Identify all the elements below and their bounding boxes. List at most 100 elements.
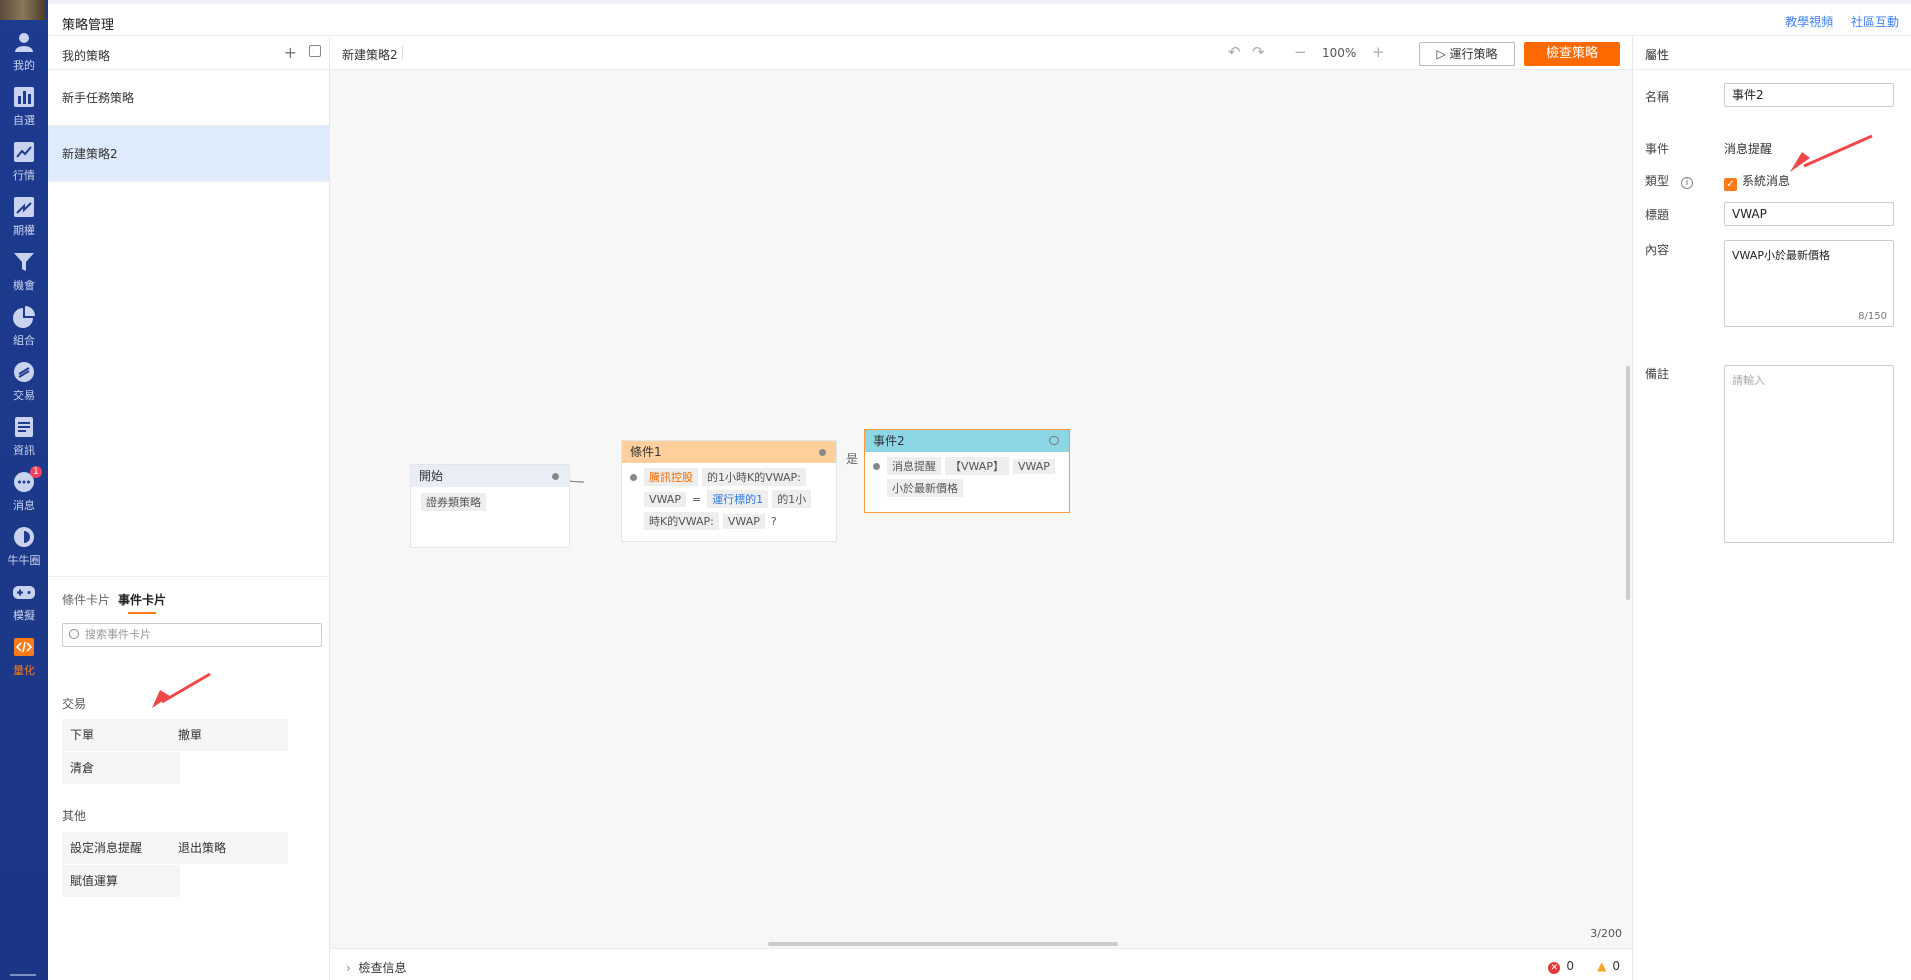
card-exit-strategy[interactable]: 退出策略 [170, 832, 288, 864]
title-label: 標題 [1645, 208, 1670, 222]
cond-indicator-tag[interactable]: 的1小 [772, 490, 812, 508]
output-port[interactable] [552, 473, 559, 480]
event-content-tag[interactable]: VWAP [1012, 459, 1055, 474]
trend-icon [14, 142, 34, 162]
event-content-tag[interactable]: 小於最新價格 [887, 479, 963, 497]
play-icon: ▷ [1436, 47, 1450, 61]
name-label: 名稱 [1645, 90, 1670, 104]
cond-operator[interactable]: = [688, 492, 705, 507]
search-input[interactable]: 搜索事件卡片 [62, 623, 322, 647]
nav-label: 組合 [13, 334, 35, 347]
cond-target-tag[interactable]: 運行標的1 [707, 490, 769, 508]
check-info-toggle[interactable]: › 檢查信息 [346, 959, 406, 976]
copy-strategy-icon[interactable] [309, 45, 321, 57]
cond-stock-tag[interactable]: 騰訊控股 [644, 468, 698, 486]
note-placeholder: 請輸入 [1732, 374, 1765, 387]
type-label: 類型 i [1645, 172, 1694, 189]
event-type-tag[interactable]: 消息提醒 [887, 457, 941, 475]
vertical-scrollbar[interactable] [1626, 366, 1630, 600]
warning-count-value: 0 [1612, 959, 1620, 973]
cond-field-tag[interactable]: VWAP [644, 492, 686, 507]
event-title-text: 事件2 [873, 434, 905, 448]
nav-item-community[interactable]: 牛牛圈 [0, 519, 48, 575]
run-strategy-button[interactable]: ▷ 運行策略 [1419, 42, 1515, 66]
nav-item-simulation[interactable]: 模擬 [0, 574, 48, 630]
cond-indicator-tag[interactable]: 的1小時K的VWAP: [702, 468, 806, 486]
app-thumbnail[interactable] [0, 0, 46, 20]
community-link[interactable]: 社區互動 [1851, 15, 1899, 29]
char-count: 8/150 [1858, 311, 1887, 322]
name-field[interactable]: 事件2 [1724, 83, 1894, 107]
event-node-title: 事件2 [865, 430, 1069, 452]
system-message-checkbox[interactable]: ✓ 系統消息 [1724, 172, 1790, 191]
nav-item-trade[interactable]: 交易 [0, 354, 48, 410]
node-count: 3/200 [1590, 927, 1622, 940]
card-cancel-order[interactable]: 撤單 [170, 719, 288, 751]
cond-field-tag[interactable]: VWAP [722, 514, 765, 529]
strategy-item-selected[interactable]: 新建策略2 [48, 126, 329, 182]
unread-badge: 1 [30, 466, 42, 478]
yes-branch-label: 是 [846, 452, 859, 466]
redo-icon[interactable]: ↷ [1252, 43, 1265, 61]
search-placeholder: 搜索事件卡片 [85, 628, 151, 641]
type-label-text: 類型 [1645, 174, 1670, 188]
content-textarea[interactable]: VWAP小於最新價格 8/150 [1724, 240, 1894, 327]
event-node[interactable]: 事件2 消息提醒 【VWAP】 VWAP 小於最新價格 [864, 429, 1070, 513]
strategy-item[interactable]: 新手任務策略 [48, 70, 329, 126]
condition-title-text: 條件1 [630, 445, 662, 459]
nav-divider [10, 974, 36, 976]
strategy-canvas[interactable]: 開始 證券類策略 條件1 騰訊控股 的1小時K的VWAP: VWAP = 運行標的1 的… [330, 70, 1632, 948]
zoom-level: 100% [1322, 46, 1357, 60]
cond-indicator-tag[interactable]: 時K的VWAP: [644, 512, 719, 530]
output-port[interactable] [819, 449, 826, 456]
output-port[interactable] [1049, 436, 1059, 445]
nav-item-opportunity[interactable]: 機會 [0, 244, 48, 300]
code-icon [14, 638, 34, 656]
nav-label: 機會 [13, 279, 35, 292]
nav-item-news[interactable]: 資訊 [0, 409, 48, 465]
strategy-panel: 我的策略 + 新手任務策略 新建策略2 條件卡片 事件卡片 搜索事件卡片 交易 … [48, 36, 330, 980]
nav-item-market[interactable]: 行情 [0, 134, 48, 190]
card-assignment[interactable]: 賦值運算 [62, 865, 180, 897]
event-title-tag[interactable]: 【VWAP】 [945, 457, 1009, 475]
nav-item-watchlist[interactable]: 自選 [0, 79, 48, 135]
card-close-position[interactable]: 清倉 [62, 752, 180, 784]
nav-item-me[interactable]: 我的 [0, 24, 48, 80]
input-port[interactable] [873, 463, 880, 470]
nav-label: 自選 [13, 114, 35, 127]
pie-icon [13, 306, 35, 328]
condition-node[interactable]: 條件1 騰訊控股 的1小時K的VWAP: VWAP = 運行標的1 的1小 時K的VWA… [621, 440, 837, 542]
strategy-name-tab[interactable]: 新建策略2 [342, 46, 398, 63]
card-set-message-alert[interactable]: 設定消息提醒 [62, 832, 180, 864]
tutorial-video-link[interactable]: 教學視頻 [1785, 15, 1833, 29]
nav-item-portfolio[interactable]: 組合 [0, 299, 48, 355]
undo-icon[interactable]: ↶ [1228, 43, 1241, 61]
main-nav: 我的 自選 行情 期權 機會 組合 交易 資訊 1 消息 牛牛圈 模擬 量化 [0, 0, 48, 980]
warning-count[interactable]: ▲ 0 [1597, 959, 1620, 973]
checkmark-icon: ✓ [1724, 178, 1737, 191]
zoom-in-icon[interactable]: + [1372, 43, 1385, 61]
add-strategy-icon[interactable]: + [284, 43, 297, 62]
check-strategy-button[interactable]: 檢查策略 [1524, 42, 1620, 66]
divider [402, 46, 403, 60]
note-textarea[interactable]: 請輸入 [1724, 365, 1894, 543]
input-port[interactable] [630, 474, 637, 481]
title-field[interactable]: VWAP [1724, 202, 1894, 226]
annotation-arrow [1790, 134, 1873, 172]
circle-icon [14, 527, 34, 547]
card-library: 條件卡片 事件卡片 搜索事件卡片 交易 下單 撤單 清倉 其他 設定消息提醒 退… [48, 576, 330, 897]
zoom-out-icon[interactable]: − [1294, 43, 1307, 61]
tab-event-cards[interactable]: 事件卡片 [118, 591, 166, 614]
condition-node-title: 條件1 [622, 441, 836, 463]
nav-item-messages[interactable]: 1 消息 [0, 464, 48, 520]
info-icon[interactable]: i [1681, 177, 1694, 189]
card-place-order[interactable]: 下單 [62, 719, 180, 751]
system-message-label: 系統消息 [1742, 174, 1791, 188]
tab-condition-cards[interactable]: 條件卡片 [62, 591, 110, 608]
error-count[interactable]: ✕ 0 [1548, 959, 1574, 974]
cond-question: ? [770, 515, 777, 528]
nav-item-options[interactable]: 期權 [0, 189, 48, 245]
nav-item-quant[interactable]: 量化 [0, 629, 48, 685]
start-node[interactable]: 開始 證券類策略 [410, 464, 570, 548]
horizontal-scrollbar[interactable] [768, 942, 1118, 946]
